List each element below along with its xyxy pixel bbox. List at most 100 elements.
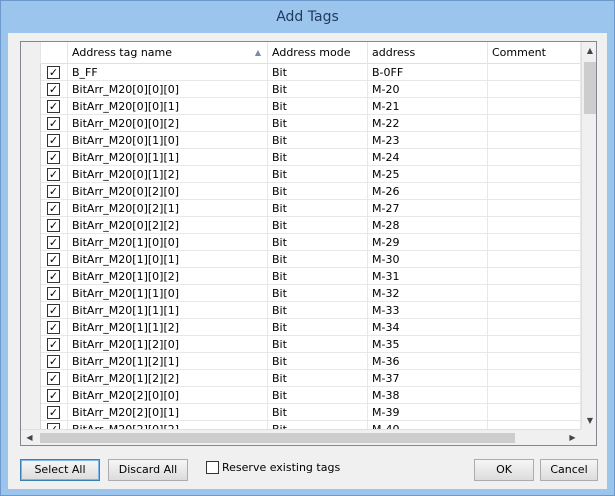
table-row[interactable]: ✓ BitArr_M20[1][1][0] Bit M-32	[21, 285, 581, 302]
cell-address-mode[interactable]: Bit	[268, 149, 368, 166]
cell-address[interactable]: M-22	[368, 115, 488, 132]
row-checkbox[interactable]: ✓	[47, 236, 60, 249]
cell-address-mode[interactable]: Bit	[268, 200, 368, 217]
cell-address-mode[interactable]: Bit	[268, 251, 368, 268]
row-checkbox[interactable]: ✓	[47, 151, 60, 164]
row-selector[interactable]	[21, 353, 41, 370]
row-check-cell[interactable]: ✓	[41, 166, 68, 183]
row-checkbox[interactable]: ✓	[47, 202, 60, 215]
row-checkbox[interactable]: ✓	[47, 287, 60, 300]
cell-tag-name[interactable]: BitArr_M20[1][2][1]	[68, 353, 268, 370]
cell-tag-name[interactable]: BitArr_M20[0][0][1]	[68, 98, 268, 115]
row-checkbox[interactable]: ✓	[47, 66, 60, 79]
row-selector[interactable]	[21, 200, 41, 217]
row-selector[interactable]	[21, 217, 41, 234]
horizontal-scroll-thumb[interactable]	[40, 433, 515, 443]
row-selector[interactable]	[21, 183, 41, 200]
cell-address[interactable]: M-28	[368, 217, 488, 234]
row-checkbox[interactable]: ✓	[47, 270, 60, 283]
row-check-cell[interactable]: ✓	[41, 302, 68, 319]
cell-tag-name[interactable]: BitArr_M20[1][1][1]	[68, 302, 268, 319]
row-check-cell[interactable]: ✓	[41, 115, 68, 132]
cell-tag-name[interactable]: BitArr_M20[0][2][1]	[68, 200, 268, 217]
cell-tag-name[interactable]: BitArr_M20[0][0][2]	[68, 115, 268, 132]
row-check-cell[interactable]: ✓	[41, 336, 68, 353]
cell-address[interactable]: M-26	[368, 183, 488, 200]
row-checkbox[interactable]: ✓	[47, 355, 60, 368]
cell-address[interactable]: M-37	[368, 370, 488, 387]
header-address-tag-name[interactable]: Address tag name ▲	[68, 42, 268, 64]
cell-comment[interactable]	[488, 251, 581, 268]
cell-tag-name[interactable]: BitArr_M20[0][1][1]	[68, 149, 268, 166]
row-check-cell[interactable]: ✓	[41, 81, 68, 98]
row-check-cell[interactable]: ✓	[41, 98, 68, 115]
row-selector[interactable]	[21, 132, 41, 149]
row-checkbox[interactable]: ✓	[47, 338, 60, 351]
row-selector[interactable]	[21, 387, 41, 404]
scroll-down-arrow-icon[interactable]: ▼	[582, 412, 596, 429]
cell-tag-name[interactable]: BitArr_M20[1][0][1]	[68, 251, 268, 268]
cell-comment[interactable]	[488, 166, 581, 183]
cell-address[interactable]: M-31	[368, 268, 488, 285]
cell-address-mode[interactable]: Bit	[268, 268, 368, 285]
cell-address-mode[interactable]: Bit	[268, 353, 368, 370]
row-checkbox[interactable]: ✓	[47, 304, 60, 317]
row-checkbox[interactable]: ✓	[47, 134, 60, 147]
cell-tag-name[interactable]: BitArr_M20[1][0][0]	[68, 234, 268, 251]
cell-tag-name[interactable]: BitArr_M20[0][2][2]	[68, 217, 268, 234]
cell-comment[interactable]	[488, 132, 581, 149]
header-check-column[interactable]	[41, 42, 68, 64]
cell-comment[interactable]	[488, 336, 581, 353]
row-check-cell[interactable]: ✓	[41, 319, 68, 336]
row-check-cell[interactable]: ✓	[41, 183, 68, 200]
cell-address[interactable]: M-24	[368, 149, 488, 166]
cell-comment[interactable]	[488, 387, 581, 404]
row-check-cell[interactable]: ✓	[41, 234, 68, 251]
row-checkbox[interactable]: ✓	[47, 117, 60, 130]
scroll-left-arrow-icon[interactable]: ◀	[21, 430, 38, 445]
cell-address[interactable]: M-32	[368, 285, 488, 302]
cell-comment[interactable]	[488, 370, 581, 387]
cell-address-mode[interactable]: Bit	[268, 302, 368, 319]
table-row[interactable]: ✓ BitArr_M20[0][0][0] Bit M-20	[21, 81, 581, 98]
select-all-button[interactable]: Select All	[20, 459, 100, 481]
cell-address[interactable]: M-21	[368, 98, 488, 115]
row-selector[interactable]	[21, 115, 41, 132]
scroll-up-arrow-icon[interactable]: ▲	[582, 42, 596, 59]
cell-tag-name[interactable]: BitArr_M20[0][1][0]	[68, 132, 268, 149]
row-selector[interactable]	[21, 234, 41, 251]
row-selector[interactable]	[21, 404, 41, 421]
table-row[interactable]: ✓ BitArr_M20[0][1][2] Bit M-25	[21, 166, 581, 183]
cell-comment[interactable]	[488, 81, 581, 98]
cell-address-mode[interactable]: Bit	[268, 217, 368, 234]
cell-comment[interactable]	[488, 302, 581, 319]
vertical-scroll-thumb[interactable]	[584, 62, 596, 114]
cell-comment[interactable]	[488, 285, 581, 302]
cell-comment[interactable]	[488, 353, 581, 370]
scroll-right-arrow-icon[interactable]: ▶	[564, 430, 581, 445]
cell-address-mode[interactable]: Bit	[268, 115, 368, 132]
table-row[interactable]: ✓ BitArr_M20[0][2][1] Bit M-27	[21, 200, 581, 217]
row-selector[interactable]	[21, 370, 41, 387]
cell-comment[interactable]	[488, 149, 581, 166]
cell-comment[interactable]	[488, 115, 581, 132]
cell-comment[interactable]	[488, 200, 581, 217]
row-check-cell[interactable]: ✓	[41, 387, 68, 404]
table-row[interactable]: ✓ BitArr_M20[0][1][1] Bit M-24	[21, 149, 581, 166]
cell-tag-name[interactable]: BitArr_M20[0][1][2]	[68, 166, 268, 183]
row-checkbox[interactable]: ✓	[47, 185, 60, 198]
table-row[interactable]: ✓ BitArr_M20[0][1][0] Bit M-23	[21, 132, 581, 149]
cell-address-mode[interactable]: Bit	[268, 370, 368, 387]
cell-tag-name[interactable]: BitArr_M20[0][2][0]	[68, 183, 268, 200]
cell-comment[interactable]	[488, 268, 581, 285]
cell-address-mode[interactable]: Bit	[268, 285, 368, 302]
cell-comment[interactable]	[488, 217, 581, 234]
horizontal-scrollbar[interactable]: ◀ ▶	[21, 429, 581, 445]
ok-button[interactable]: OK	[474, 459, 534, 481]
row-checkbox[interactable]: ✓	[47, 168, 60, 181]
cell-tag-name[interactable]: BitArr_M20[1][2][0]	[68, 336, 268, 353]
cell-tag-name[interactable]: BitArr_M20[1][1][0]	[68, 285, 268, 302]
row-selector[interactable]	[21, 64, 41, 81]
row-check-cell[interactable]: ✓	[41, 353, 68, 370]
row-check-cell[interactable]: ✓	[41, 64, 68, 81]
